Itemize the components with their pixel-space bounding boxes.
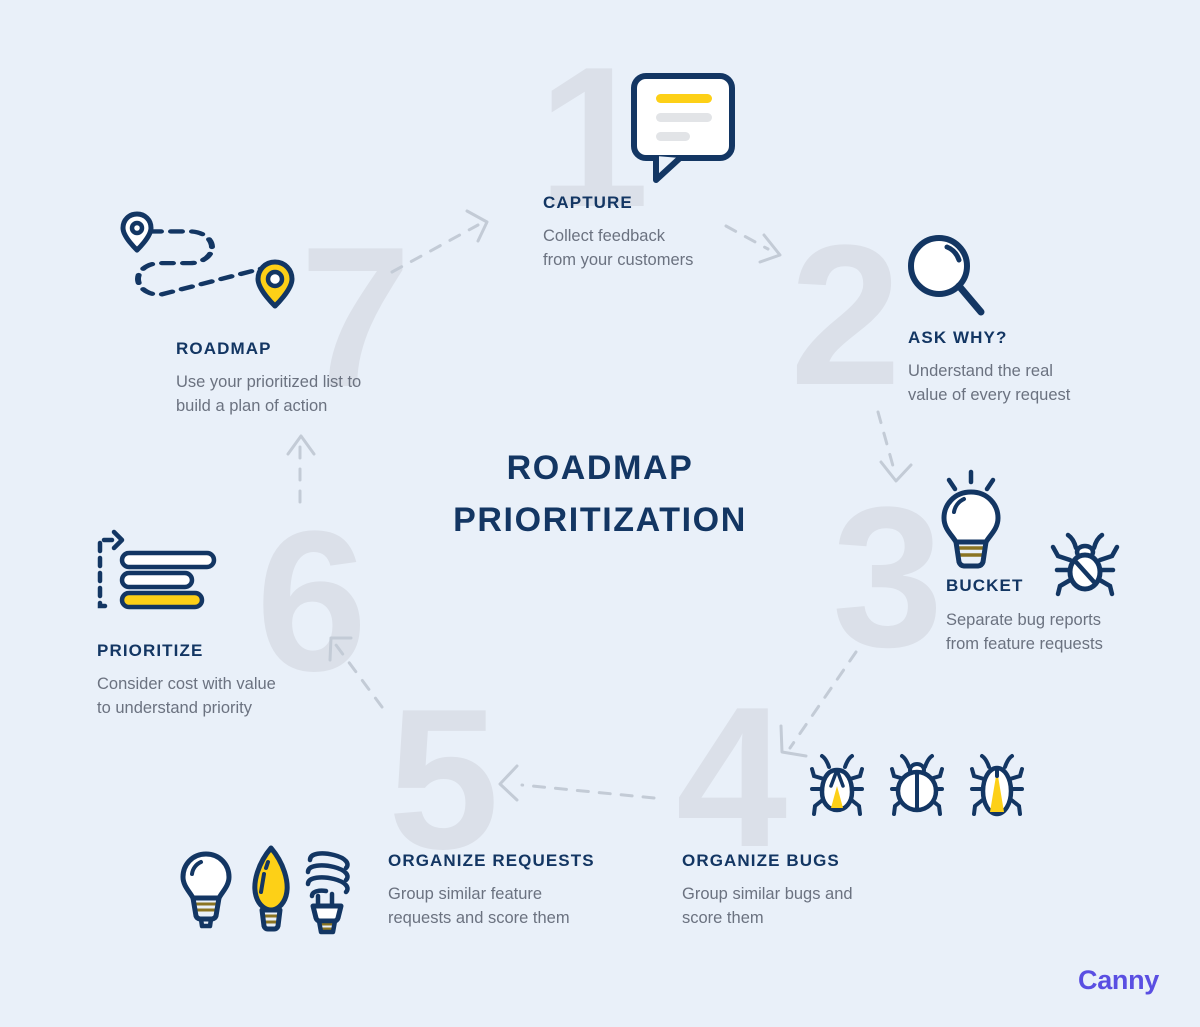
three-bugs-icon [810,754,1024,817]
step-heading-organize-bugs: ORGANIZE BUGS [682,851,840,870]
step-desc-roadmap: Use your prioritized list to build a pla… [176,370,446,418]
end-pin [255,259,295,309]
step-desc-organize-requests: Group similar feature requests and score… [388,882,648,930]
step-desc-prioritize: Consider cost with value to understand p… [97,672,357,720]
bug-icon [1050,532,1120,597]
step-desc-prioritize-line-1: Consider cost with value [97,675,276,693]
step-desc-capture-line-2: from your customers [543,251,694,269]
step-desc-organize-requests-line-2: requests and score them [388,909,570,927]
step-heading-roadmap: ROADMAP [176,339,272,358]
step-heading-prioritize: PRIORITIZE [97,641,204,660]
step-desc-organize-bugs-line-2: score them [682,909,764,927]
step-desc-roadmap-line-2: build a plan of action [176,397,328,415]
step-desc-roadmap-line-1: Use your prioritized list to [176,373,362,391]
step-desc-bucket-line-2: from feature requests [946,635,1103,653]
step-desc-prioritize-line-2: to understand priority [97,699,253,717]
step-desc-bucket: Separate bug reports from feature reques… [946,608,1196,656]
ranked-list-icon [97,529,217,610]
lightbulb-icon [941,469,1001,569]
step-heading-capture: CAPTURE [543,193,633,212]
step-desc-organize-requests-line-1: Group similar feature [388,885,543,903]
step-heading-bucket: BUCKET [946,576,1024,595]
step-desc-ask-why-line-2: value of every request [908,386,1071,404]
step-desc-bucket-line-1: Separate bug reports [946,611,1102,629]
step-desc-ask-why-line-1: Understand the real [908,362,1053,380]
brand-logo[interactable]: Canny [1078,965,1159,996]
start-pin [120,211,154,253]
speech-bubble-icon [631,73,735,183]
step-heading-ask-why: ASK WHY? [908,328,1008,347]
three-lightbulbs-icon [180,845,350,935]
route-pins-icon [120,211,295,309]
magnifying-glass-icon [908,235,985,316]
step-desc-organize-bugs: Group similar bugs and score them [682,882,932,930]
step-desc-capture: Collect feedback from your customers [543,224,783,272]
step-desc-ask-why: Understand the real value of every reque… [908,359,1148,407]
step-desc-organize-bugs-line-1: Group similar bugs and [682,885,853,903]
infographic-canvas: 1 2 3 4 5 6 7 ROADMAP PRIORITIZATION CAP… [0,0,1200,1027]
step-heading-organize-requests: ORGANIZE REQUESTS [388,851,595,870]
step-desc-capture-line-1: Collect feedback [543,227,665,245]
